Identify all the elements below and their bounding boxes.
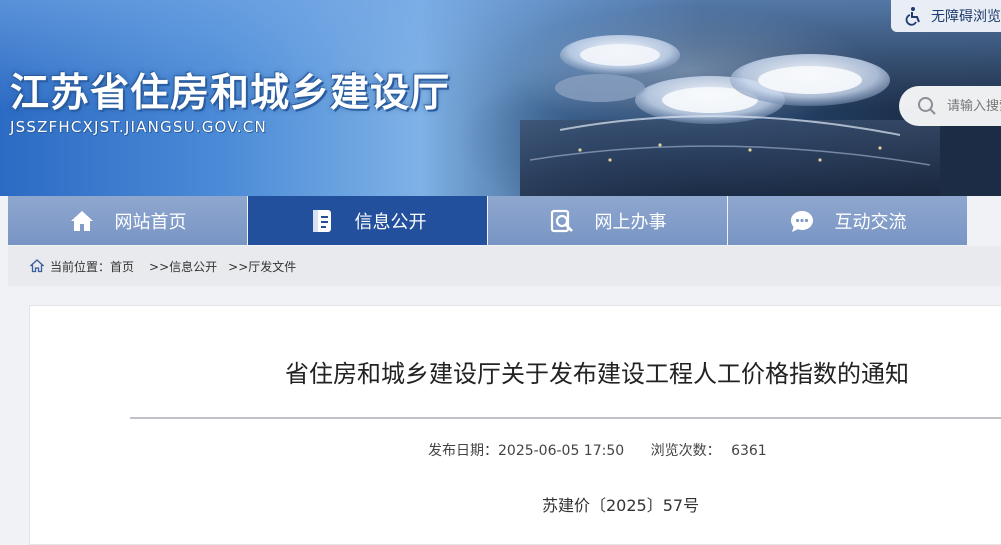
site-title: 江苏省住房和城乡建设厅 xyxy=(10,71,451,116)
publish-date-label: 发布日期： xyxy=(428,443,498,459)
document-number: 苏建价〔2025〕57号 xyxy=(542,496,700,515)
wheelchair-icon xyxy=(905,7,920,26)
nav-item-home[interactable]: 网站首页 xyxy=(8,196,247,245)
location-home-icon xyxy=(30,259,44,273)
search-doc-icon xyxy=(550,209,573,232)
nav-item-label: 信息公开 xyxy=(354,211,427,233)
breadcrumb-docs-link[interactable]: >>厅发文件 xyxy=(228,258,296,275)
search-input[interactable] xyxy=(945,97,1001,115)
article-container: 省住房和城乡建设厅关于发布建设工程人工价格指数的通知 发布日期：2025-06-… xyxy=(29,305,1001,545)
breadcrumb-info-link[interactable]: >>信息公开 xyxy=(149,258,217,275)
article-meta: 发布日期：2025-06-05 17:50 浏览次数： 6361 xyxy=(428,440,767,460)
search-box[interactable] xyxy=(899,86,1001,126)
stadium-illustration xyxy=(520,35,940,196)
main-nav: 网站首页 信息公开 网上办事 互动交流 xyxy=(8,196,1001,245)
nav-item-label: 网站首页 xyxy=(114,211,187,233)
breadcrumb-prefix: 当前位置： xyxy=(50,259,111,274)
breadcrumb-home-link[interactable]: 首页 xyxy=(110,258,134,275)
nav-item-interaction[interactable]: 互动交流 xyxy=(728,196,967,245)
publish-date: 2025-06-05 17:50 xyxy=(498,443,625,459)
chat-icon xyxy=(790,210,813,232)
breadcrumb: 当前位置： 首页 >>信息公开 >>厅发文件 xyxy=(8,246,1001,286)
title-divider xyxy=(130,417,1001,419)
nav-item-label: 网上办事 xyxy=(594,211,667,233)
views-label: 浏览次数： xyxy=(650,443,721,459)
accessibility-label: 无障碍浏览 xyxy=(931,9,1001,25)
nav-item-label: 互动交流 xyxy=(834,211,907,233)
article-title: 省住房和城乡建设厅关于发布建设工程人工价格指数的通知 xyxy=(285,360,909,388)
home-icon xyxy=(70,210,93,231)
search-icon xyxy=(918,97,936,115)
nav-item-info-disclosure[interactable]: 信息公开 xyxy=(248,196,487,245)
header-banner: 江苏省住房和城乡建设厅 JSSZFHCXJST.JIANGSU.GOV.CN 无… xyxy=(0,0,1001,196)
accessibility-button[interactable]: 无障碍浏览 xyxy=(891,0,1001,32)
document-icon xyxy=(312,209,331,232)
nav-item-online-services[interactable]: 网上办事 xyxy=(488,196,727,245)
views-count: 6361 xyxy=(731,443,767,459)
site-domain: JSSZFHCXJST.JIANGSU.GOV.CN xyxy=(10,118,267,136)
